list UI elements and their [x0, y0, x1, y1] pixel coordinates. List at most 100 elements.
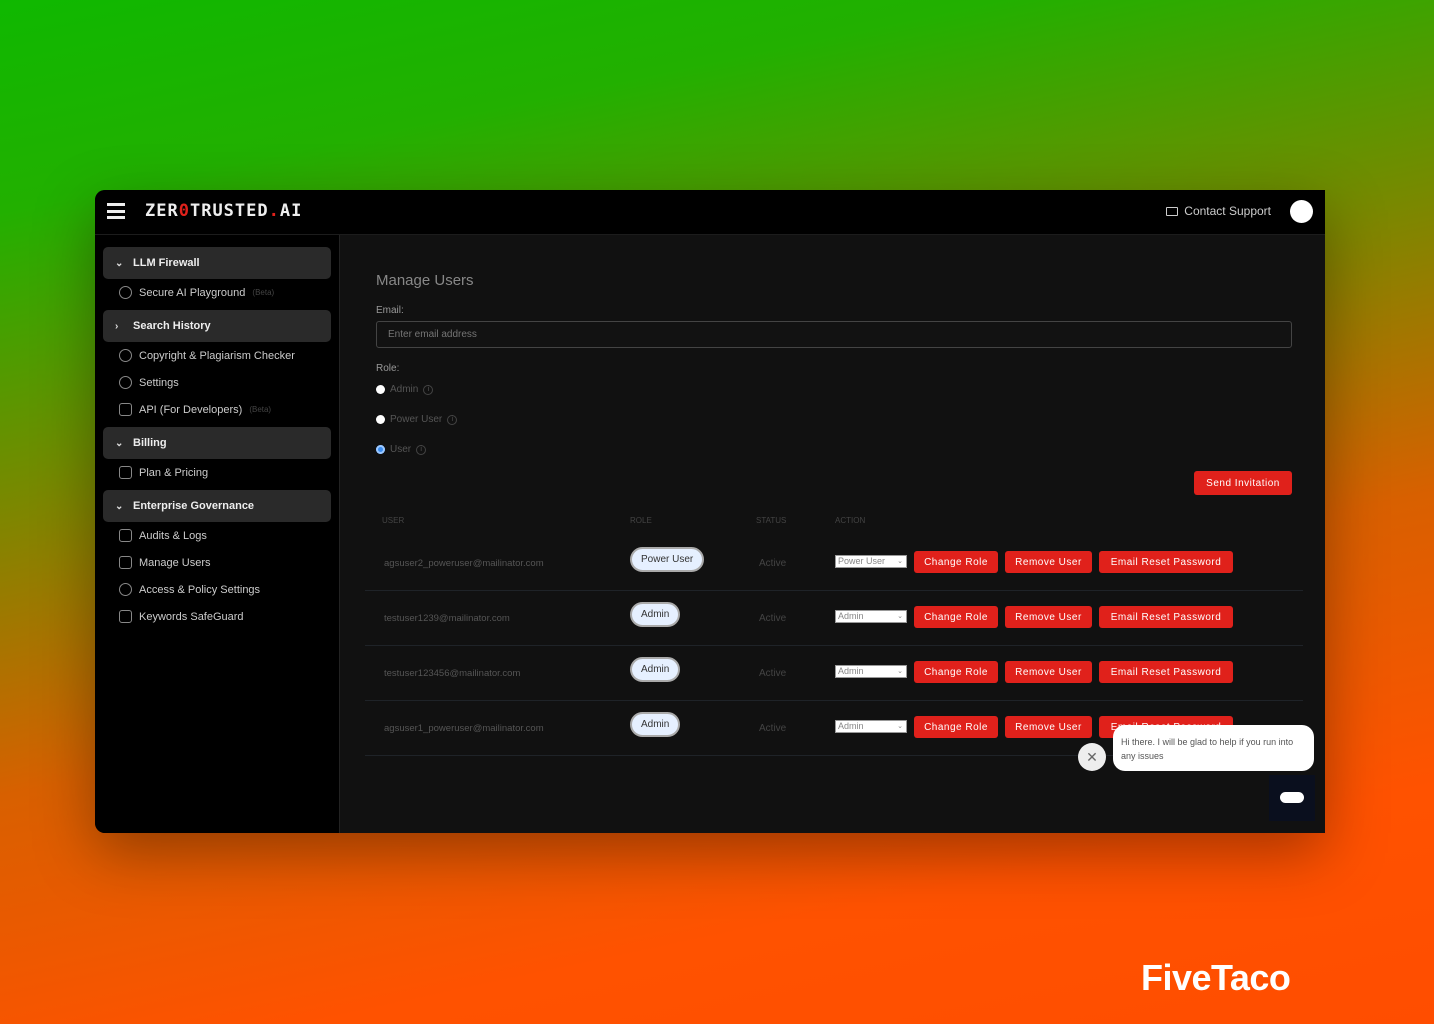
radio-button[interactable] [376, 385, 385, 394]
radio-button[interactable] [376, 445, 385, 454]
sidebar-item-label: Secure AI Playground [139, 286, 246, 299]
role-badge: Power User [630, 547, 705, 572]
role-select[interactable]: Admin ⌄ [835, 665, 907, 678]
chat-bubble-icon [119, 286, 132, 299]
sidebar-item-settings[interactable]: Settings [95, 369, 339, 396]
radio-label: Admin [390, 384, 419, 395]
logo[interactable]: ZER0TRUSTED.AI [145, 201, 302, 221]
sidebar-item-label: Manage Users [139, 556, 211, 569]
sidebar-item-audits-logs[interactable]: Audits & Logs [95, 522, 339, 549]
chevron-right-icon: › [115, 320, 119, 332]
user-email: agsuser2_poweruser@mailinator.com [384, 558, 544, 569]
column-header-status: STATUS [756, 516, 787, 525]
sidebar-item-label: Settings [139, 376, 179, 389]
user-email: testuser1239@mailinator.com [384, 613, 510, 624]
contact-support-link[interactable]: Contact Support [1166, 204, 1271, 218]
chat-icon [1280, 792, 1304, 803]
gear-icon [119, 583, 132, 596]
group-label: Search History [133, 320, 211, 332]
sidebar: ⌄ LLM Firewall Secure AI Playground (Beta) ›… [95, 235, 340, 833]
sidebar-item-label: API (For Developers) [139, 403, 243, 416]
watermark-logo: FiveTaco [1141, 957, 1291, 998]
contact-support-label: Contact Support [1184, 204, 1271, 218]
role-radio-power-user[interactable]: Power User i [376, 414, 458, 425]
chevron-down-icon: ⌄ [115, 257, 124, 269]
role-select-value: Admin [838, 721, 864, 731]
chat-launcher-button[interactable] [1269, 775, 1315, 821]
chevron-down-icon: ⌄ [897, 668, 903, 675]
document-icon [119, 403, 132, 416]
menu-icon[interactable] [107, 202, 125, 220]
email-reset-password-button[interactable]: Email Reset Password [1099, 661, 1233, 683]
remove-user-button[interactable]: Remove User [1005, 606, 1092, 628]
role-select-value: Admin [838, 611, 864, 621]
info-icon[interactable]: i [423, 384, 434, 395]
chevron-down-icon: ⌄ [897, 558, 903, 565]
users-icon [119, 610, 132, 623]
sidebar-group-billing[interactable]: ⌄ Billing [103, 427, 331, 459]
table-row: agsuser2_poweruser@mailinator.com Power … [365, 536, 1303, 591]
chevron-down-icon: ⌄ [897, 723, 903, 730]
document-icon [119, 529, 132, 542]
role-radio-user[interactable]: User i [376, 444, 427, 455]
remove-user-button[interactable]: Remove User [1005, 661, 1092, 683]
remove-user-button[interactable]: Remove User [1005, 716, 1092, 738]
role-badge: Admin [630, 712, 681, 737]
close-chat-icon[interactable]: ✕ [1078, 743, 1106, 771]
change-role-button[interactable]: Change Role [914, 716, 998, 738]
role-radio-admin[interactable]: Admin i [376, 384, 434, 395]
status-text: Active [759, 668, 787, 679]
send-invitation-button[interactable]: Send Invitation [1194, 471, 1292, 495]
sidebar-item-label: Copyright & Plagiarism Checker [139, 349, 295, 362]
email-reset-password-button[interactable]: Email Reset Password [1099, 551, 1233, 573]
column-header-action: ACTION [835, 516, 866, 525]
avatar[interactable] [1290, 200, 1313, 223]
table-row: testuser123456@mailinator.com Admin Acti… [365, 646, 1303, 701]
email-label: Email: [376, 305, 404, 316]
app-window: ZER0TRUSTED.AI Contact Support ⌄ LLM Fire… [95, 190, 1325, 833]
info-icon[interactable]: i [416, 444, 427, 455]
role-select[interactable]: Admin ⌄ [835, 720, 907, 733]
sidebar-group-enterprise-governance[interactable]: ⌄ Enterprise Governance [103, 490, 331, 522]
role-select[interactable]: Power User ⌄ [835, 555, 907, 568]
user-email: agsuser1_poweruser@mailinator.com [384, 723, 544, 734]
radio-button[interactable] [376, 415, 385, 424]
sidebar-item-label: Audits & Logs [139, 529, 207, 542]
sidebar-item-plan-pricing[interactable]: Plan & Pricing [95, 459, 339, 486]
gear-icon [119, 376, 132, 389]
role-badge: Admin [630, 602, 681, 627]
group-label: Enterprise Governance [133, 500, 255, 512]
info-icon[interactable]: i [447, 414, 458, 425]
sidebar-item-access-policy-settings[interactable]: Access & Policy Settings [95, 576, 339, 603]
sidebar-item-label: Keywords SafeGuard [139, 610, 244, 623]
column-header-role: ROLE [630, 516, 652, 525]
role-label: Role: [376, 363, 400, 374]
sidebar-group-search-history[interactable]: › Search History [103, 310, 331, 342]
table-row: testuser1239@mailinator.com Admin Active… [365, 591, 1303, 646]
sidebar-item-copyright-plagiarism-checker[interactable]: Copyright & Plagiarism Checker [95, 342, 339, 369]
email-input[interactable] [376, 321, 1292, 348]
sidebar-item-label: Access & Policy Settings [139, 583, 261, 596]
sidebar-item-label: Plan & Pricing [139, 466, 209, 479]
sidebar-item-manage-users[interactable]: Manage Users [95, 549, 339, 576]
change-role-button[interactable]: Change Role [914, 551, 998, 573]
role-select[interactable]: Admin ⌄ [835, 610, 907, 623]
group-label: LLM Firewall [133, 257, 200, 269]
change-role-button[interactable]: Change Role [914, 661, 998, 683]
sidebar-item-api-for-developers[interactable]: API (For Developers) (Beta) [95, 396, 339, 423]
email-reset-password-button[interactable]: Email Reset Password [1099, 606, 1233, 628]
radio-label: User [390, 444, 412, 455]
remove-user-button[interactable]: Remove User [1005, 551, 1092, 573]
sidebar-item-keywords-safeguard[interactable]: Keywords SafeGuard [95, 603, 339, 630]
envelope-icon [1166, 206, 1179, 216]
group-label: Billing [133, 437, 167, 449]
sidebar-item-secure-ai-playground[interactable]: Secure AI Playground (Beta) [95, 279, 339, 306]
credit-card-icon [119, 466, 132, 479]
check-circle-icon [119, 349, 132, 362]
change-role-button[interactable]: Change Role [914, 606, 998, 628]
status-text: Active [759, 558, 787, 569]
role-select-value: Power User [838, 556, 886, 566]
chat-bubble: Hi there. I will be glad to help if you … [1113, 725, 1314, 771]
sidebar-group-llm-firewall[interactable]: ⌄ LLM Firewall [103, 247, 331, 279]
top-bar: ZER0TRUSTED.AI Contact Support [95, 190, 1325, 235]
